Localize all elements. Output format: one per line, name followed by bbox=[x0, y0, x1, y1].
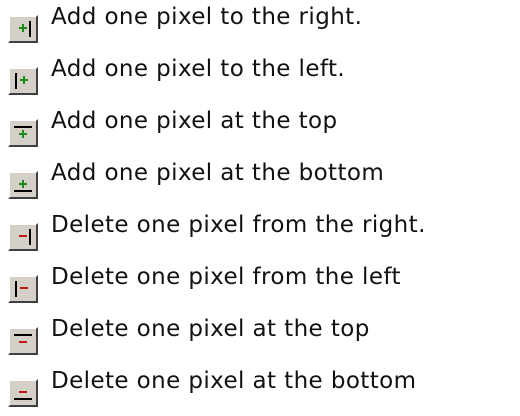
add-pixel-bottom-icon bbox=[14, 180, 32, 192]
list-item: Delete one pixel at the top bbox=[8, 312, 520, 364]
item-label: Delete one pixel from the right. bbox=[51, 212, 426, 238]
add-pixel-left-button[interactable] bbox=[8, 67, 38, 95]
list-item: Add one pixel at the bottom bbox=[8, 156, 520, 208]
delete-pixel-top-icon bbox=[14, 334, 32, 343]
list-item: Add one pixel at the top bbox=[8, 104, 520, 156]
delete-pixel-top-button[interactable] bbox=[8, 327, 38, 355]
add-pixel-right-icon bbox=[19, 21, 31, 37]
list-item: Add one pixel to the right. bbox=[8, 0, 520, 52]
add-pixel-right-button[interactable] bbox=[8, 15, 38, 43]
item-label: Add one pixel to the right. bbox=[51, 4, 363, 30]
delete-pixel-bottom-icon bbox=[14, 391, 32, 400]
delete-pixel-right-button[interactable] bbox=[8, 223, 38, 251]
add-pixel-left-icon bbox=[15, 73, 28, 89]
delete-pixel-bottom-button[interactable] bbox=[8, 379, 38, 407]
item-label: Delete one pixel from the left bbox=[51, 264, 401, 290]
pixel-tool-legend: Add one pixel to the right. Add one pixe… bbox=[8, 0, 520, 416]
add-pixel-bottom-button[interactable] bbox=[8, 171, 38, 199]
delete-pixel-left-icon bbox=[15, 281, 28, 297]
list-item: Add one pixel to the left. bbox=[8, 52, 520, 104]
delete-pixel-right-icon bbox=[19, 229, 31, 245]
list-item: Delete one pixel from the right. bbox=[8, 208, 520, 260]
list-item: Delete one pixel at the bottom bbox=[8, 364, 520, 416]
list-item: Delete one pixel from the left bbox=[8, 260, 520, 312]
delete-pixel-left-button[interactable] bbox=[8, 275, 38, 303]
item-label: Add one pixel at the top bbox=[51, 108, 338, 134]
item-label: Delete one pixel at the top bbox=[51, 316, 370, 342]
item-label: Add one pixel to the left. bbox=[51, 56, 346, 82]
add-pixel-top-button[interactable] bbox=[8, 119, 38, 147]
add-pixel-top-icon bbox=[14, 126, 32, 138]
item-label: Delete one pixel at the bottom bbox=[51, 368, 417, 394]
item-label: Add one pixel at the bottom bbox=[51, 160, 385, 186]
